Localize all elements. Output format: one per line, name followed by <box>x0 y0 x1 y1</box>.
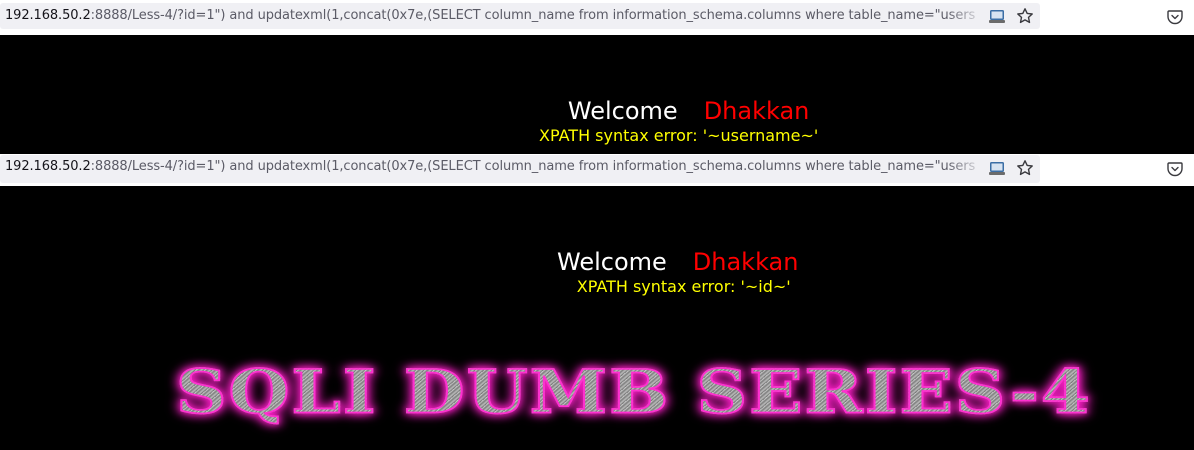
url-path: :8888/Less-4/?id=1") and updatexml(1,con… <box>90 159 976 174</box>
url-fade <box>946 3 986 29</box>
welcome-line: Welcome Dhakkan <box>559 97 818 125</box>
url-field[interactable]: 192.168.50.2:8888/Less-4/?id=1") and upd… <box>0 3 1040 29</box>
url-text[interactable]: 192.168.50.2:8888/Less-4/?id=1") and upd… <box>5 8 975 24</box>
user-name: Dhakkan <box>703 97 810 125</box>
pocket-icon[interactable] <box>1166 8 1184 26</box>
address-bar-top: 192.168.50.2:8888/Less-4/?id=1") and upd… <box>0 0 1194 35</box>
url-path: :8888/Less-4/?id=1") and updatexml(1,con… <box>90 8 976 23</box>
series-banner: SQLI DUMB SERIES-4 <box>175 357 1176 438</box>
star-icon[interactable] <box>1016 159 1034 177</box>
url-field[interactable]: 192.168.50.2:8888/Less-4/?id=1") and upd… <box>0 155 1040 183</box>
user-name: Dhakkan <box>692 248 799 276</box>
welcome-block-1: Welcome Dhakkan XPATH syntax error: '~use… <box>539 97 818 146</box>
reader-view-icon[interactable] <box>988 159 1006 177</box>
reader-view-icon[interactable] <box>988 7 1006 25</box>
url-fade <box>946 155 986 181</box>
welcome-block-2: Welcome Dhakkan XPATH syntax error: '~id~… <box>557 248 798 297</box>
pocket-icon[interactable] <box>1166 160 1184 178</box>
xpath-error-text: XPATH syntax error: '~username~' <box>539 126 819 145</box>
url-host: 192.168.50.2 <box>5 159 91 174</box>
banner-title: SQLI DUMB SERIES-4 <box>175 357 1176 427</box>
address-bar-second: 192.168.50.2:8888/Less-4/?id=1") and upd… <box>0 154 1194 186</box>
url-text[interactable]: 192.168.50.2:8888/Less-4/?id=1") and upd… <box>5 159 975 175</box>
welcome-text: Welcome <box>557 248 667 276</box>
xpath-error-text: XPATH syntax error: '~id~' <box>576 277 791 296</box>
star-icon[interactable] <box>1016 7 1034 25</box>
url-host: 192.168.50.2 <box>5 8 91 23</box>
welcome-line: Welcome Dhakkan <box>557 248 798 276</box>
welcome-text: Welcome <box>567 97 678 125</box>
